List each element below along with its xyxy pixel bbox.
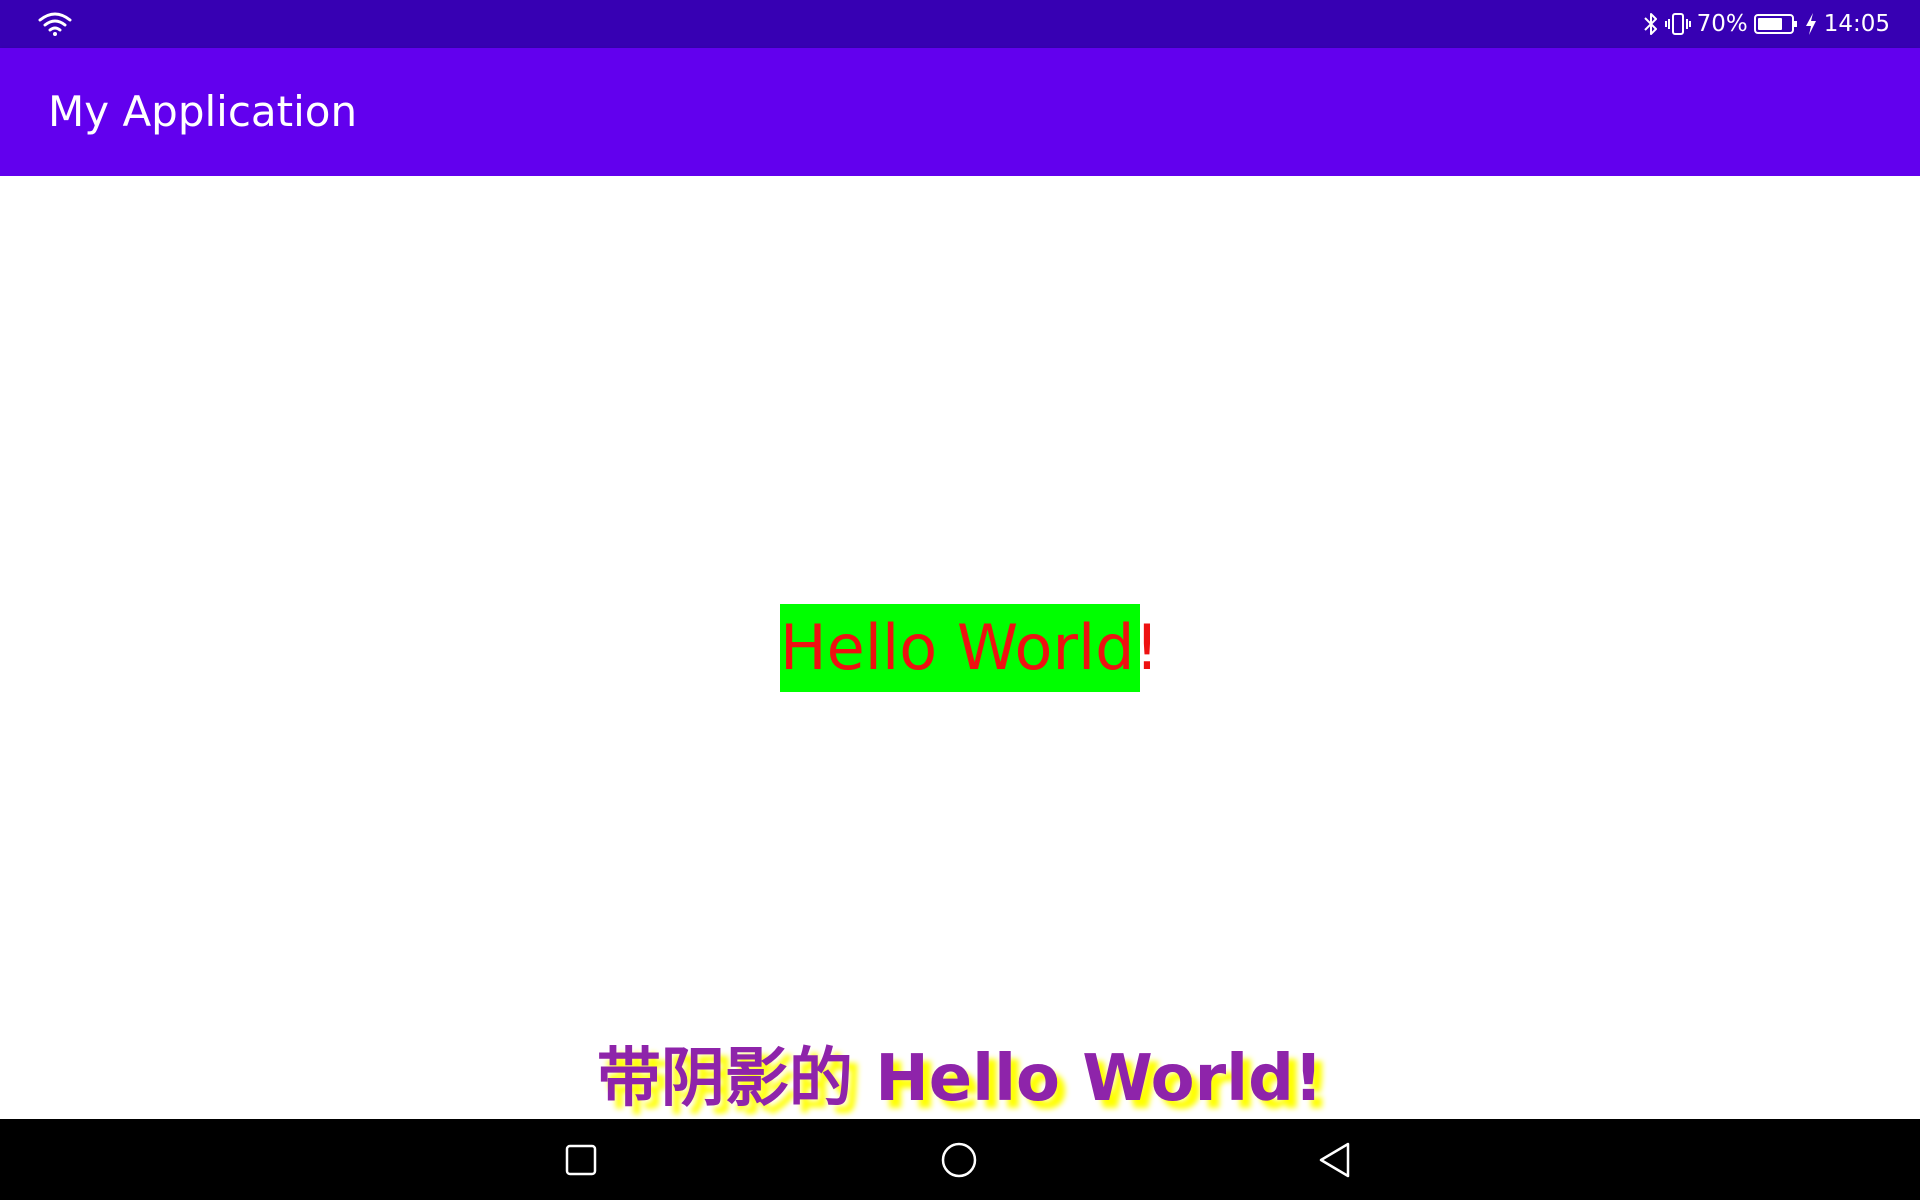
battery-icon (1753, 14, 1797, 34)
vibrate-icon (1664, 13, 1691, 35)
back-button[interactable] (1314, 1139, 1356, 1181)
status-time: 14:05 (1823, 11, 1890, 37)
back-icon (1319, 1142, 1350, 1178)
battery-percent: 70% (1696, 11, 1748, 37)
navigation-bar (0, 1119, 1920, 1200)
app-bar: My Application (0, 48, 1920, 176)
recents-button[interactable] (560, 1139, 602, 1181)
shadow-hello-text: 带阴影的 Hello World! (596, 1042, 1324, 1116)
recents-icon (565, 1144, 597, 1176)
charging-icon (1805, 13, 1816, 35)
hello-world-text: Hello World! (780, 604, 1159, 692)
wifi-icon (38, 12, 72, 36)
status-left (38, 10, 72, 38)
bluetooth-icon (1643, 13, 1657, 35)
main-content: Hello World! 带阴影的 Hello World! (0, 176, 1920, 1119)
home-icon (941, 1142, 977, 1178)
app-title: My Application (48, 87, 358, 136)
status-bar: 70% 14:05 (0, 0, 1920, 48)
home-button[interactable] (938, 1139, 980, 1181)
status-right: 70% 14:05 (1643, 0, 1890, 48)
